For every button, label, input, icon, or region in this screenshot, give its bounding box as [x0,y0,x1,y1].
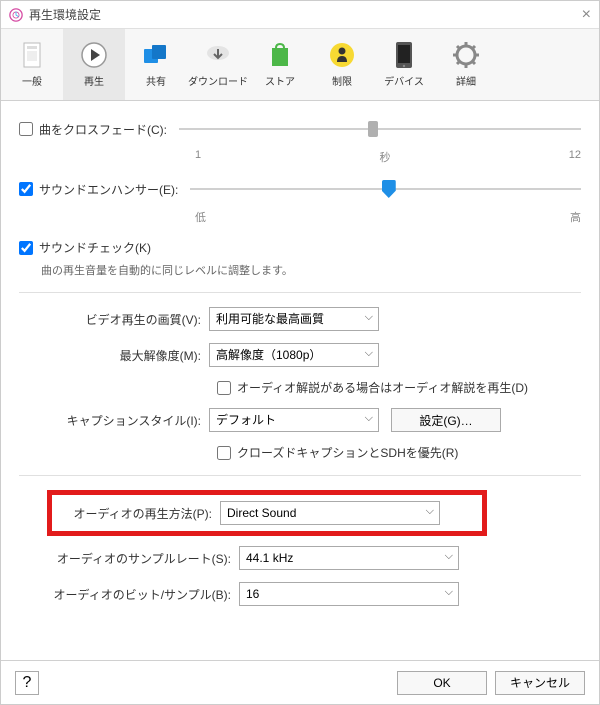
device-icon [390,41,418,69]
close-icon[interactable]: × [582,6,591,24]
highlight-box: オーディオの再生方法(P): Direct Sound [47,490,487,536]
soundcheck-label: サウンドチェック(K) [39,239,151,256]
video-quality-select[interactable]: 利用可能な最高画質 [209,307,379,331]
playback-method-select[interactable]: Direct Sound [220,501,440,525]
footer: ? OK キャンセル [1,660,599,704]
enhancer-checkbox[interactable] [19,182,33,196]
enhancer-slider[interactable] [190,179,581,199]
cc-checkbox[interactable] [217,446,231,460]
crossfade-label: 曲をクロスフェード(C): [39,121,167,138]
tab-restrictions[interactable]: 制限 [311,29,373,100]
soundcheck-checkbox[interactable] [19,241,33,255]
preferences-window: 再生環境設定 × 一般 再生 共有 ダウンロード ストア 制限 デ [0,0,600,705]
tab-store[interactable]: ストア [249,29,311,100]
toolbar: 一般 再生 共有 ダウンロード ストア 制限 デバイス 詳細 [1,29,599,101]
tab-playback[interactable]: 再生 [63,29,125,100]
caption-style-label: キャプションスタイル(I): [19,412,209,429]
max-res-select[interactable]: 高解像度（1080p） [209,343,379,367]
sharing-icon [142,41,170,69]
caption-settings-button[interactable]: 設定(G)… [391,408,501,432]
play-icon [80,41,108,69]
max-res-label: 最大解像度(M): [19,347,209,364]
enhancer-row: サウンドエンハンサー(E): [19,179,581,199]
tab-downloads[interactable]: ダウンロード [187,29,249,100]
enhancer-label: サウンドエンハンサー(E): [39,181,178,198]
crossfade-slider[interactable] [179,119,581,139]
tab-advanced[interactable]: 詳細 [435,29,497,100]
crossfade-checkbox[interactable] [19,122,33,136]
ok-button[interactable]: OK [397,671,487,695]
general-icon [18,41,46,69]
sample-rate-select[interactable]: 44.1 kHz [239,546,459,570]
restrictions-icon [328,41,356,69]
help-button[interactable]: ? [15,671,39,695]
cc-label: クローズドキャプションとSDHを優先(R) [237,444,458,461]
caption-style-select[interactable]: デフォルト [209,408,379,432]
bits-select[interactable]: 16 [239,582,459,606]
soundcheck-row: サウンドチェック(K) [19,239,581,256]
tab-devices[interactable]: デバイス [373,29,435,100]
gear-icon [452,41,480,69]
tab-sharing[interactable]: 共有 [125,29,187,100]
app-icon [9,8,23,22]
crossfade-row: 曲をクロスフェード(C): [19,119,581,139]
download-icon [204,41,232,69]
audio-desc-label: オーディオ解説がある場合はオーディオ解説を再生(D) [237,379,528,396]
cancel-button[interactable]: キャンセル [495,671,585,695]
playback-method-label: オーディオの再生方法(P): [60,505,220,522]
titlebar: 再生環境設定 × [1,1,599,29]
store-icon [266,41,294,69]
sample-rate-label: オーディオのサンプルレート(S): [19,550,239,567]
audio-desc-checkbox[interactable] [217,381,231,395]
soundcheck-desc: 曲の再生音量を自動的に同じレベルに調整します。 [41,262,581,278]
video-quality-label: ビデオ再生の画質(V): [19,311,209,328]
content: 曲をクロスフェード(C): 1秒12 サウンドエンハンサー(E): 低高 サウン… [1,101,599,660]
bits-label: オーディオのビット/サンプル(B): [19,586,239,603]
window-title: 再生環境設定 [29,6,101,23]
tab-general[interactable]: 一般 [1,29,63,100]
